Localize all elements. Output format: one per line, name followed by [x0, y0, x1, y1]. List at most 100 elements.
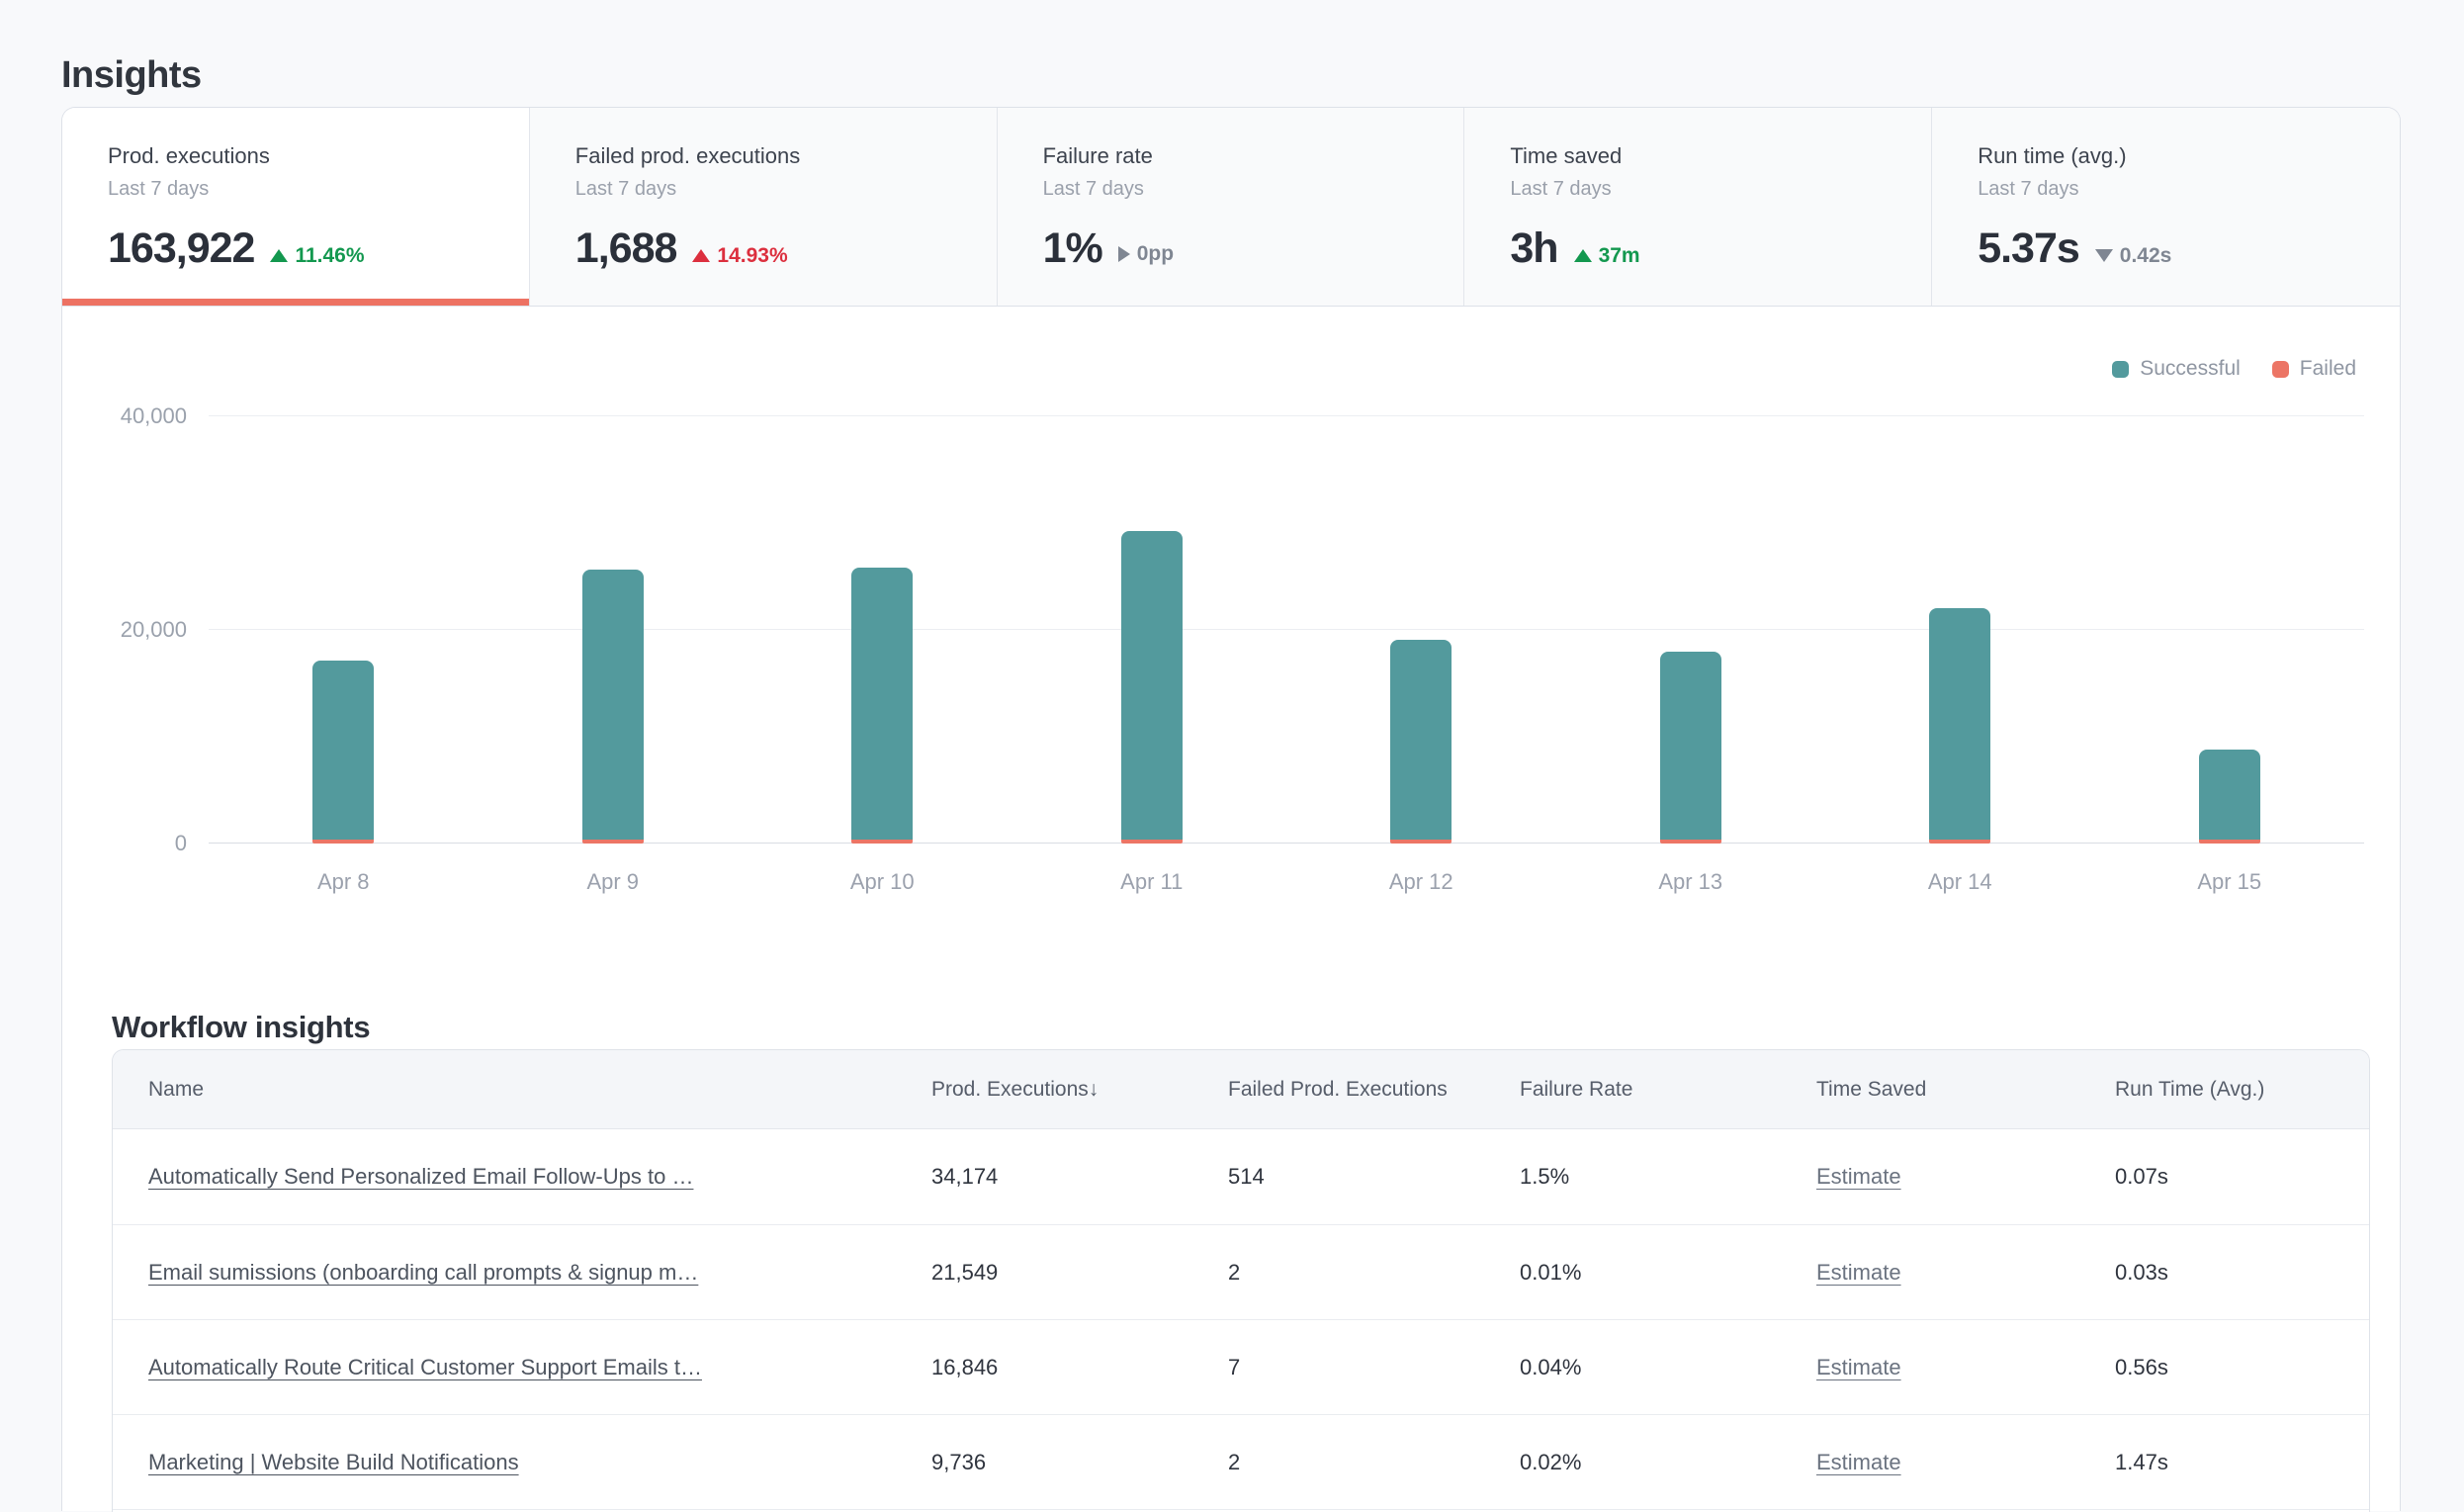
- metric-card-delta: 37m: [1574, 244, 1640, 268]
- metric-card-period: Last 7 days: [108, 178, 499, 201]
- metric-card-time-saved[interactable]: Time savedLast 7 days3h37m: [1464, 108, 1932, 306]
- bar-failed: [1660, 840, 1721, 844]
- workflow-name-link[interactable]: Marketing | Website Build Notifications: [148, 1450, 519, 1474]
- delta-down-icon: [2095, 249, 2113, 262]
- y-axis-tick-label: 40,000: [60, 403, 187, 429]
- legend-swatch-successful-icon: [2112, 361, 2129, 378]
- estimate-link[interactable]: Estimate: [1816, 1450, 1901, 1474]
- column-header-name[interactable]: Name: [148, 1078, 931, 1102]
- metric-card-delta: 0pp: [1118, 242, 1174, 266]
- estimate-link[interactable]: Estimate: [1816, 1355, 1901, 1379]
- legend-label: Successful: [2140, 357, 2241, 381]
- table-header-row: NameProd. Executions↓Failed Prod. Execut…: [113, 1050, 2369, 1129]
- metric-card-delta-value: 0.42s: [2120, 244, 2172, 268]
- sort-desc-icon: ↓: [1089, 1078, 1100, 1101]
- bar-group-apr-14[interactable]: [1929, 608, 1990, 844]
- estimate-link[interactable]: Estimate: [1816, 1164, 1901, 1189]
- chart-legend: Successful Failed: [2112, 357, 2356, 381]
- insights-panel: Prod. executions Last 7 days 163,922 11.46%…: [61, 107, 2401, 1511]
- metric-cards: Prod. executions Last 7 days 163,922 11.46%…: [62, 108, 2400, 307]
- column-header-time-saved[interactable]: Time Saved: [1816, 1078, 2115, 1102]
- x-axis-tick-label: Apr 15: [2095, 869, 2365, 895]
- metric-card-value-row: 5.37s 0.42s: [1978, 227, 2370, 270]
- workflow-name-link[interactable]: Automatically Send Personalized Email Fo…: [148, 1164, 693, 1189]
- bar-successful: [1660, 652, 1721, 840]
- cell-prod-executions: 34,174: [931, 1164, 1228, 1190]
- bar-group-apr-10[interactable]: [851, 568, 913, 844]
- metric-card-delta-value: 37m: [1599, 244, 1640, 268]
- metric-card-delta: 11.46%: [270, 244, 364, 268]
- cell-time-saved: Estimate: [1816, 1164, 2115, 1190]
- legend-item-failed[interactable]: Failed: [2272, 357, 2356, 381]
- table-row[interactable]: Marketing | Website Build Notifications9…: [113, 1414, 2369, 1509]
- metric-card-period: Last 7 days: [1510, 178, 1901, 201]
- metric-card-prod-executions[interactable]: Prod. executions Last 7 days 163,922 11.46%: [62, 108, 530, 306]
- column-header-failure-rate[interactable]: Failure Rate: [1520, 1078, 1816, 1102]
- legend-swatch-failed-icon: [2272, 361, 2289, 378]
- chart-plot-area: 020,00040,000 Apr 8Apr 9Apr 10Apr 11Apr …: [209, 416, 2364, 844]
- cell-failure-rate: 0.04%: [1520, 1355, 1816, 1380]
- chart-bars: Apr 8Apr 9Apr 10Apr 11Apr 12Apr 13Apr 14…: [209, 416, 2364, 844]
- metric-card-run-time-avg[interactable]: Run time (avg.) Last 7 days 5.37s 0.42s: [1932, 108, 2400, 306]
- bar-successful: [312, 661, 374, 840]
- metric-card-failed-prod-executions[interactable]: Failed prod. executionsLast 7 days1,6881…: [530, 108, 998, 306]
- cell-time-saved: Estimate: [1816, 1260, 2115, 1286]
- workflow-name-link[interactable]: Automatically Route Critical Customer Su…: [148, 1355, 702, 1379]
- cell-failure-rate: 1.5%: [1520, 1164, 1816, 1190]
- table-row[interactable]: Automatically Route Critical Customer Su…: [113, 1319, 2369, 1414]
- metric-card-delta-value: 11.46%: [295, 244, 364, 268]
- bar-group-apr-8[interactable]: [312, 661, 374, 844]
- cell-time-saved: Estimate: [1816, 1355, 2115, 1380]
- x-axis-tick-label: Apr 8: [209, 869, 479, 895]
- insights-page: { "page_title": "Insights", "metric_card…: [0, 0, 2464, 1511]
- cell-run-time-avg: 0.03s: [2115, 1260, 2369, 1286]
- bar-failed: [312, 840, 374, 844]
- metric-card-period: Last 7 days: [1978, 178, 2370, 201]
- x-axis-tick-label: Apr 9: [479, 869, 748, 895]
- x-axis-tick-label: Apr 11: [1017, 869, 1287, 895]
- cell-failed-prod-executions: 2: [1228, 1260, 1520, 1286]
- legend-item-successful[interactable]: Successful: [2112, 357, 2241, 381]
- chart-slot-apr-9: Apr 9: [479, 416, 748, 844]
- column-header-run-time-avg[interactable]: Run Time (Avg.): [2115, 1078, 2369, 1102]
- column-header-prod-executions[interactable]: Prod. Executions↓: [931, 1078, 1228, 1102]
- bar-failed: [1121, 840, 1183, 844]
- metric-card-value: 5.37s: [1978, 227, 2079, 270]
- bar-group-apr-9[interactable]: [582, 570, 644, 844]
- page-title: Insights: [61, 54, 202, 97]
- estimate-link[interactable]: Estimate: [1816, 1260, 1901, 1285]
- bar-successful: [1390, 640, 1452, 840]
- delta-up-icon: [692, 249, 710, 262]
- metric-card-value: 1%: [1043, 227, 1102, 270]
- cell-name: Marketing | Website Build Notifications: [148, 1450, 931, 1475]
- cell-failure-rate: 0.01%: [1520, 1260, 1816, 1286]
- metric-card-label: Run time (avg.): [1978, 143, 2370, 169]
- table-row[interactable]: Automatically Send Personalized Email Fo…: [113, 1129, 2369, 1224]
- chart-slot-apr-10: Apr 10: [748, 416, 1017, 844]
- bar-successful: [1121, 531, 1183, 840]
- bar-group-apr-12[interactable]: [1390, 640, 1452, 844]
- cell-prod-executions: 16,846: [931, 1355, 1228, 1380]
- metric-card-value: 163,922: [108, 227, 254, 270]
- table-body: Automatically Send Personalized Email Fo…: [113, 1129, 2369, 1512]
- delta-right-icon: [1118, 246, 1130, 262]
- bar-successful: [582, 570, 644, 840]
- bar-group-apr-15[interactable]: [2199, 750, 2260, 844]
- bar-group-apr-13[interactable]: [1660, 652, 1721, 844]
- metric-card-value: 3h: [1510, 227, 1557, 270]
- cell-time-saved: Estimate: [1816, 1450, 2115, 1475]
- bar-group-apr-11[interactable]: [1121, 531, 1183, 844]
- bar-failed: [2199, 840, 2260, 844]
- cell-run-time-avg: 0.07s: [2115, 1164, 2369, 1190]
- metric-card-failure-rate[interactable]: Failure rateLast 7 days1%0pp: [998, 108, 1465, 306]
- chart-slot-apr-12: Apr 12: [1286, 416, 1556, 844]
- bar-failed: [1390, 840, 1452, 844]
- column-header-failed-prod-executions[interactable]: Failed Prod. Executions: [1228, 1078, 1520, 1102]
- metric-card-value: 1,688: [575, 227, 677, 270]
- bar-failed: [1929, 840, 1990, 844]
- workflow-name-link[interactable]: Email sumissions (onboarding call prompt…: [148, 1260, 698, 1285]
- bar-successful: [1929, 608, 1990, 840]
- metric-card-label: Prod. executions: [108, 143, 499, 169]
- metric-card-value-row: 3h 37m: [1510, 227, 1901, 270]
- table-row[interactable]: Email sumissions (onboarding call prompt…: [113, 1224, 2369, 1319]
